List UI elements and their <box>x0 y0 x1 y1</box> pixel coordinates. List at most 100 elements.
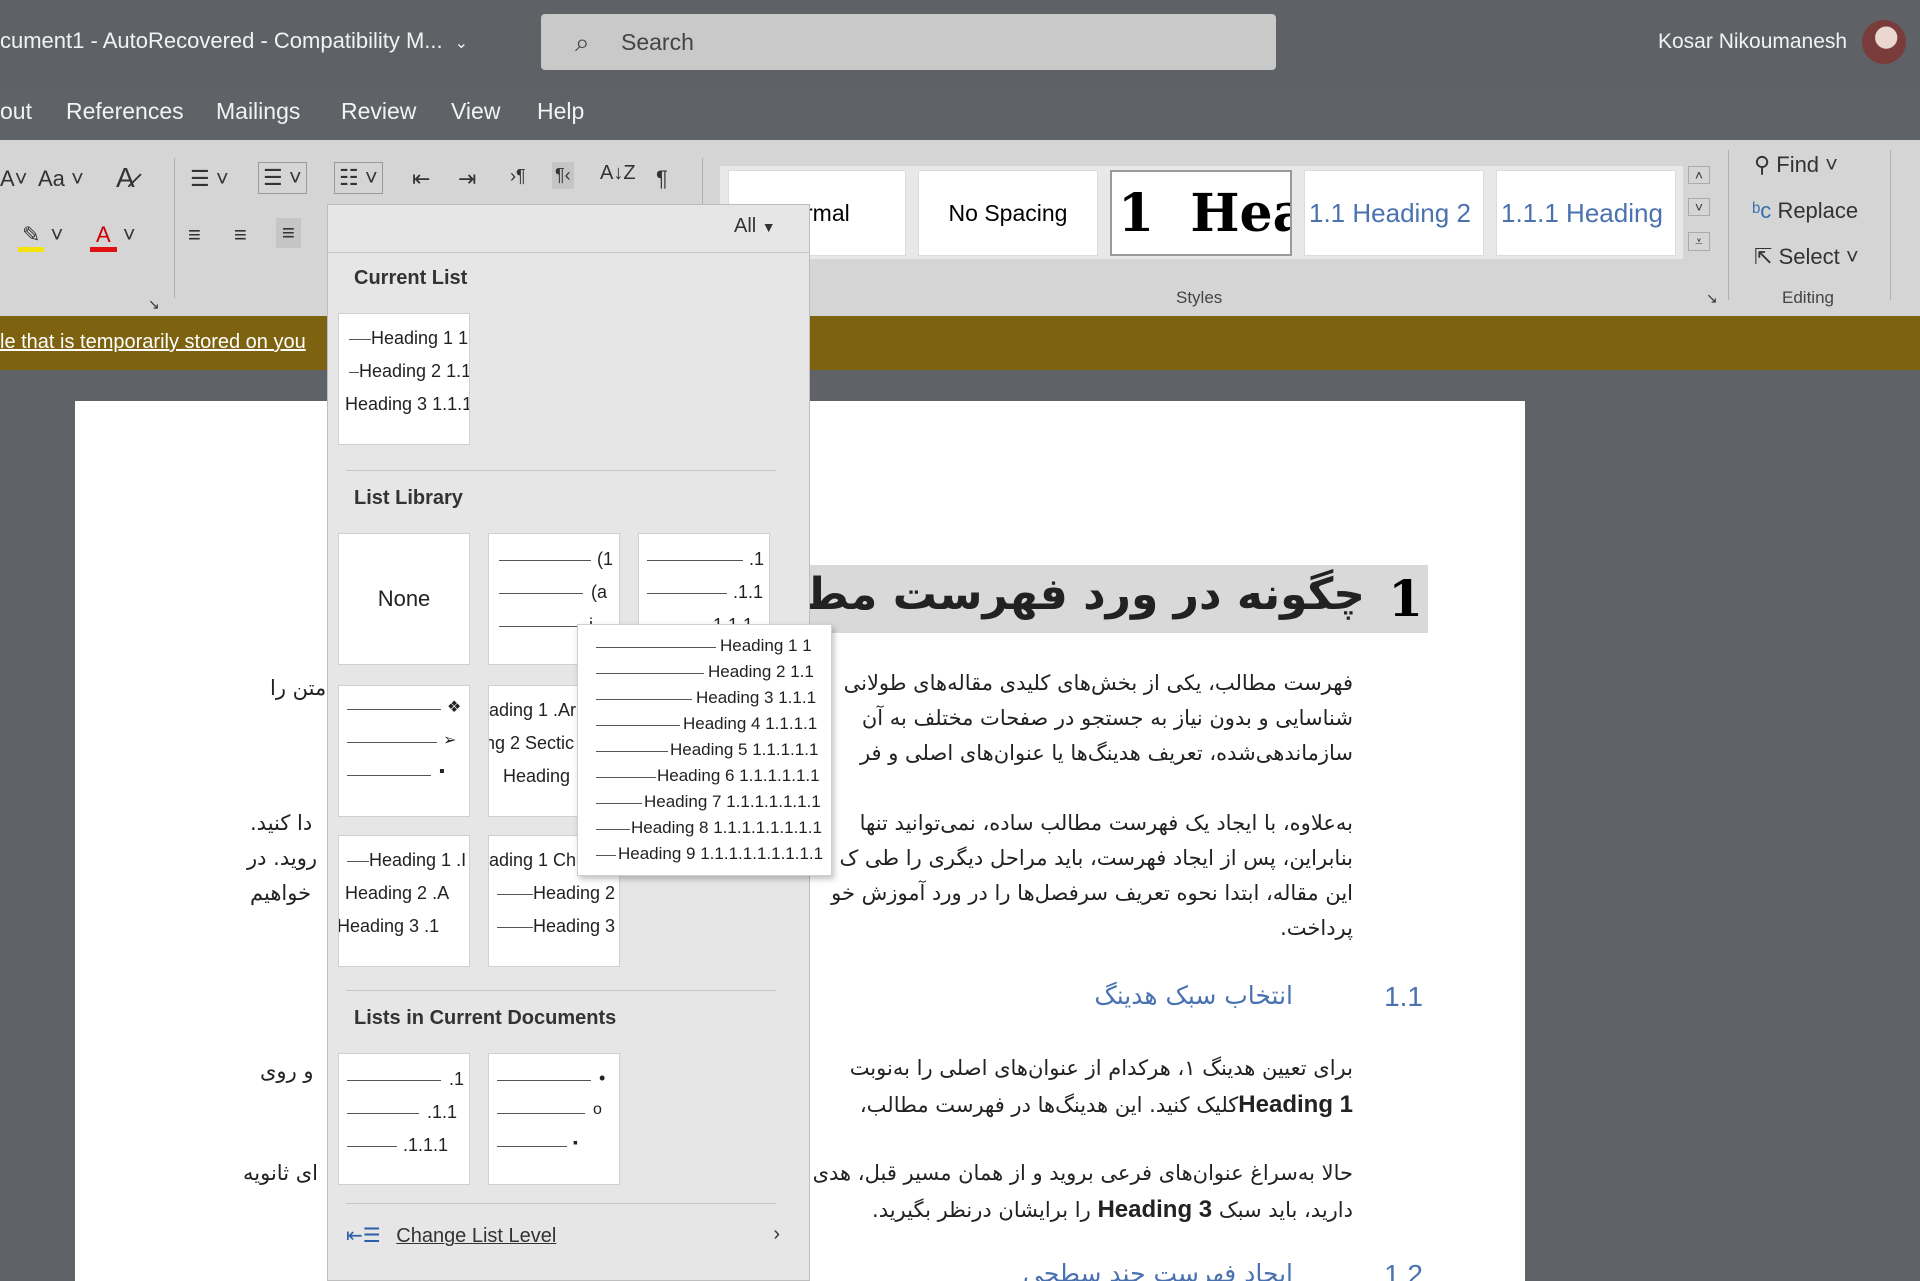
user-name[interactable]: Kosar Nikoumanesh <box>1658 30 1847 54</box>
paragraph-fragment: متن را <box>270 676 327 700</box>
paragraph-line: شناسایی و بدون نیاز به جستجو در صفحات مخ… <box>861 706 1353 730</box>
tile-line: (1 <box>597 549 614 569</box>
paragraph-line: پرداخت. <box>1280 916 1353 940</box>
shrink-font-icon[interactable]: A˅ <box>0 166 28 192</box>
paragraph-text: را برایشان درنظر بگیرید. <box>872 1198 1091 1222</box>
styles-dialog-launcher-icon[interactable]: ↘ <box>1706 290 1718 307</box>
rtl-icon[interactable]: ¶‹ <box>552 162 574 189</box>
preview-line: Heading 4 1.1.1.1 <box>683 714 818 733</box>
filter-dropdown[interactable]: All ▼ <box>734 215 776 238</box>
preview-line: Heading 6 1.1.1.1.1.1 <box>657 766 820 785</box>
increase-indent-icon[interactable]: ⇥ <box>458 166 476 192</box>
heading-2-text: انتخاب سبک هدینگ <box>1094 981 1293 1010</box>
change-list-level-item[interactable]: ⇤☰ Change List Level › <box>346 1223 786 1248</box>
current-list-header: Current List <box>354 267 468 289</box>
style-heading-3[interactable]: 1.1.1 Heading <box>1496 170 1676 256</box>
paragraph-text: دارید، باید سبک <box>1218 1198 1353 1222</box>
paragraph-line: حالا به‌سراغ عنوان‌های فرعی بروید و از ه… <box>812 1161 1353 1185</box>
preview-line: Heading 3 1.1.1 <box>696 688 817 707</box>
styles-scroll-up-icon[interactable]: ˄ <box>1688 166 1710 184</box>
numbering-icon[interactable]: ☰ ˅ <box>258 162 307 194</box>
replace-button[interactable]: ᵇc Replace <box>1752 198 1858 224</box>
preview-line: Heading 9 1.1.1.1.1.1.1.1.1 <box>618 844 824 863</box>
tile-line: .1 <box>449 1069 465 1089</box>
heading-3-text: ایجاد فهرست چند سطحی <box>1023 1259 1293 1281</box>
chevron-right-icon: › <box>773 1223 780 1245</box>
find-button[interactable]: ⚲ Find ˅ <box>1754 152 1838 178</box>
paragraph-line: دارید، باید سبک Heading 3 را برایشان درن… <box>872 1196 1353 1224</box>
paragraph-text: کلیک کنید. این هدینگ‌ها در فهرست مطالب، <box>859 1093 1239 1117</box>
tab-review[interactable]: Review <box>341 98 416 125</box>
square-bullet-icon: ▪ <box>439 763 445 780</box>
tile-line: ading 1 Cha <box>489 850 587 870</box>
list-none-tile[interactable]: None <box>338 533 470 665</box>
font-color-icon[interactable]: A ˅ <box>90 222 136 252</box>
tile-line: Heading 2 .A <box>345 883 450 903</box>
docs-list-decimal-tile[interactable]: .1 .1.1 .1.1.1 <box>338 1053 470 1185</box>
multilevel-list-icon[interactable]: ☷ ˅ <box>334 162 383 194</box>
search-box[interactable]: ⌕ Search <box>541 14 1276 70</box>
tab-view[interactable]: View <box>451 98 500 125</box>
tile-line: Heading 3 1.1.1 <box>345 394 470 414</box>
heading-2-number: 1.1 <box>1384 981 1423 1012</box>
tile-line: Heading 1 1 <box>371 328 469 348</box>
search-placeholder: Search <box>621 29 694 55</box>
tile-line: Heading 2 <box>533 883 616 903</box>
current-list-tile[interactable]: Heading 1 1 Heading 2 1.1 Heading 3 1.1.… <box>338 313 470 445</box>
none-label: None <box>377 586 431 611</box>
tile-line: .1 <box>749 549 765 569</box>
tile-line: ▪ <box>573 1134 578 1150</box>
highlight-icon[interactable]: ✎ ˅ <box>18 222 63 252</box>
diamond-bullet-icon: ❖ <box>447 699 462 716</box>
tile-line: Heading 3 <box>533 916 616 936</box>
styles-more-icon[interactable]: ⩡ <box>1688 232 1710 251</box>
decrease-indent-icon[interactable]: ⇤ <box>412 166 430 192</box>
bullets-icon[interactable]: ☰ ˅ <box>190 166 229 192</box>
tile-line: ading 1 .Ar <box>489 700 577 720</box>
align-left-icon[interactable]: ≡ <box>188 222 201 248</box>
styles-scroll-down-icon[interactable]: ˅ <box>1688 198 1710 216</box>
tab-mailings[interactable]: Mailings <box>216 98 300 125</box>
tab-layout[interactable]: out <box>0 98 32 125</box>
show-marks-icon[interactable]: ¶ <box>656 166 668 192</box>
tile-line: • <box>599 1068 606 1088</box>
paragraph-fragment: و روی <box>260 1059 314 1083</box>
replace-icon: ᵇc <box>1752 198 1772 223</box>
align-right-icon[interactable]: ≡ <box>276 218 301 248</box>
style-heading-3-label: 1.1.1 Heading <box>1501 198 1663 228</box>
sort-icon[interactable]: A↓Z <box>600 162 636 185</box>
caret-down-icon: ▼ <box>761 219 776 235</box>
document-title[interactable]: cument1 - AutoRecovered - Compatibility … <box>0 28 468 54</box>
search-icon: ⌕ <box>575 27 590 57</box>
docs-list-bullet-tile[interactable]: • o ▪ <box>488 1053 620 1185</box>
change-case-button[interactable]: Aa ˅ <box>38 166 84 192</box>
font-dialog-launcher-icon[interactable]: ↘ <box>148 296 160 313</box>
avatar[interactable] <box>1862 20 1906 64</box>
style-heading-2[interactable]: 1.1 Heading 2 <box>1304 170 1484 256</box>
paragraph-fragment: ای ثانویه <box>243 1161 318 1185</box>
tile-line: Heading <box>503 766 571 786</box>
style-heading-2-label: 1.1 Heading 2 <box>1309 198 1471 228</box>
preview-line: Heading 2 1.1 <box>708 662 814 681</box>
ltr-icon[interactable]: ›¶ <box>510 166 526 187</box>
style-heading-1[interactable]: 1 Head <box>1110 170 1292 256</box>
select-label: Select <box>1778 244 1840 269</box>
select-button[interactable]: ⇱ Select ˅ <box>1754 244 1859 270</box>
list-level-icon: ⇤☰ <box>346 1225 381 1247</box>
tile-line: .1.1.1 <box>403 1135 449 1155</box>
styles-group-label: Styles <box>1176 288 1223 307</box>
preview-line: Heading 1 1 <box>720 636 812 655</box>
tab-help[interactable]: Help <box>537 98 584 125</box>
preview-line: Heading 7 1.1.1.1.1.1.1 <box>644 792 821 811</box>
arrow-bullet-icon: ➢ <box>443 732 457 749</box>
style-no-spacing[interactable]: No Spacing <box>918 170 1098 256</box>
style-heading-1-number: 1 <box>1118 183 1155 244</box>
tab-references[interactable]: References <box>66 98 184 125</box>
align-center-icon[interactable]: ≡ <box>234 222 247 248</box>
notification-link[interactable]: le that is temporarily stored on you <box>0 331 306 354</box>
list-bullet-tile[interactable]: ❖ ➢ ▪ <box>338 685 470 817</box>
list-heading-letters-tile[interactable]: Heading 1 .I Heading 2 .A Heading 3 .1 <box>338 835 470 967</box>
clear-formatting-icon[interactable]: A̷ <box>116 162 135 194</box>
heading-1-number: 1 <box>1388 569 1423 628</box>
chevron-down-icon[interactable]: ⌄ <box>455 35 468 52</box>
